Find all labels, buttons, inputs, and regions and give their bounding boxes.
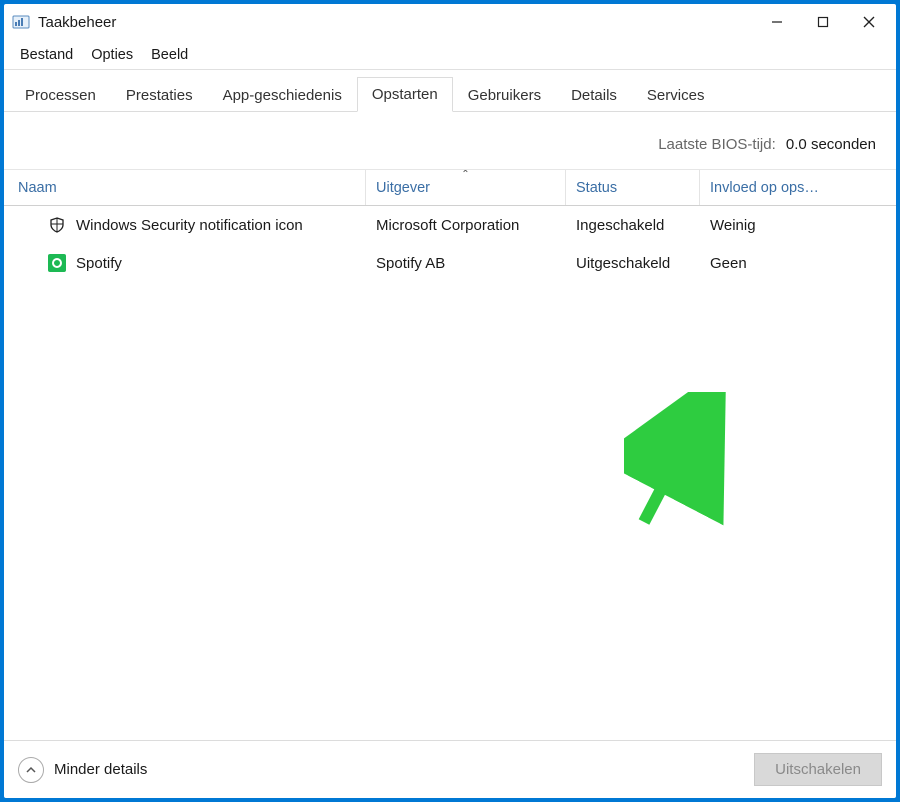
cell-publisher: Spotify AB <box>366 255 566 272</box>
startup-table: Naam ⌃ Uitgever Status Invloed op ops… <box>4 169 896 740</box>
bios-time-value: 0.0 seconden <box>786 136 876 153</box>
footer: Minder details Uitschakelen <box>4 740 896 798</box>
menu-options[interactable]: Opties <box>83 43 141 67</box>
tab-prestaties[interactable]: Prestaties <box>111 78 208 112</box>
table-row[interactable]: Spotify Spotify AB Uitgeschakeld Geen <box>4 244 896 282</box>
col-header-impact[interactable]: Invloed op ops… <box>700 170 838 205</box>
shield-icon <box>48 216 66 234</box>
chevron-up-icon <box>18 757 44 783</box>
bios-time-row: Laatste BIOS-tijd: 0.0 seconden <box>4 112 896 169</box>
cell-status: Uitgeschakeld <box>566 255 700 272</box>
table-header: Naam ⌃ Uitgever Status Invloed op ops… <box>4 170 896 206</box>
task-manager-window: Taakbeheer Bestand Opties Beeld Processe… <box>4 4 896 798</box>
menubar: Bestand Opties Beeld <box>4 40 896 70</box>
cell-name: Windows Security notification icon <box>76 217 303 234</box>
cell-name: Spotify <box>76 255 122 272</box>
tab-services[interactable]: Services <box>632 78 720 112</box>
fewer-details-label: Minder details <box>54 761 147 778</box>
minimize-button[interactable] <box>754 4 800 40</box>
titlebar: Taakbeheer <box>4 4 896 40</box>
spotify-icon <box>48 254 66 272</box>
table-row[interactable]: Windows Security notification icon Micro… <box>4 206 896 244</box>
cell-status: Ingeschakeld <box>566 217 700 234</box>
tab-appgeschiedenis[interactable]: App-geschiedenis <box>208 78 357 112</box>
menu-view[interactable]: Beeld <box>143 43 196 67</box>
cell-impact: Geen <box>700 255 838 272</box>
app-icon <box>12 13 30 31</box>
tab-details[interactable]: Details <box>556 78 632 112</box>
content-area: Laatste BIOS-tijd: 0.0 seconden Naam ⌃ U… <box>4 112 896 740</box>
cell-publisher: Microsoft Corporation <box>366 217 566 234</box>
fewer-details-toggle[interactable]: Minder details <box>18 757 147 783</box>
menu-file[interactable]: Bestand <box>12 43 81 67</box>
tab-processen[interactable]: Processen <box>10 78 111 112</box>
window-title: Taakbeheer <box>38 14 116 31</box>
bios-time-label: Laatste BIOS-tijd: <box>658 136 776 153</box>
tab-opstarten[interactable]: Opstarten <box>357 77 453 112</box>
maximize-button[interactable] <box>800 4 846 40</box>
tab-gebruikers[interactable]: Gebruikers <box>453 78 556 112</box>
col-header-name[interactable]: Naam <box>4 170 366 205</box>
table-body: Windows Security notification icon Micro… <box>4 206 896 282</box>
cell-impact: Weinig <box>700 217 838 234</box>
disable-button[interactable]: Uitschakelen <box>754 753 882 786</box>
col-header-status[interactable]: Status <box>566 170 700 205</box>
close-button[interactable] <box>846 4 892 40</box>
col-header-publisher[interactable]: ⌃ Uitgever <box>366 170 566 205</box>
col-header-publisher-label: Uitgever <box>376 180 430 196</box>
sort-indicator-icon: ⌃ <box>461 170 469 180</box>
tabstrip: Processen Prestaties App-geschiedenis Op… <box>4 70 896 112</box>
